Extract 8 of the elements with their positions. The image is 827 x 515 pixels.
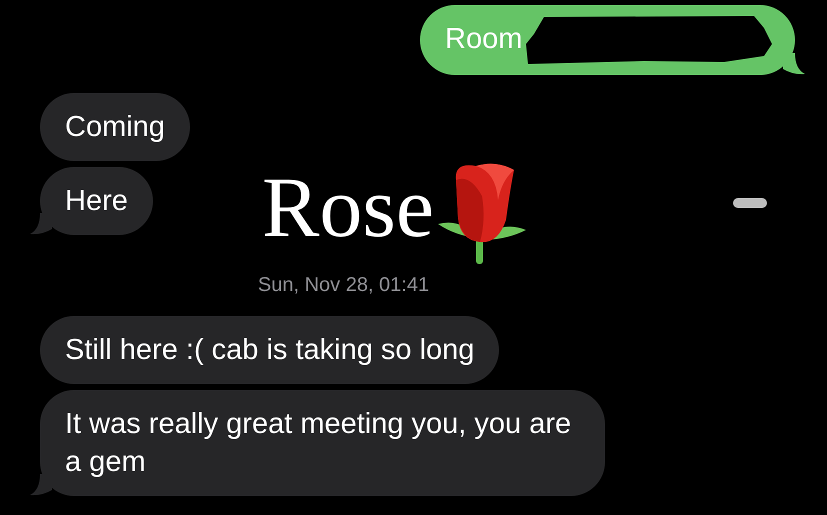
message-bubble: Still here :( cab is taking so long [40, 316, 500, 384]
message-text: Room [445, 22, 522, 58]
message-bubble: Here [40, 167, 153, 235]
message-bubble: Coming [40, 93, 190, 161]
timestamp: Sun, Nov 28, 01:41 [258, 273, 430, 297]
smudge-mark [733, 198, 767, 208]
sticker-text: Rose [262, 162, 434, 252]
message-bubble: It was really great meeting you, you are a gem [40, 390, 605, 496]
